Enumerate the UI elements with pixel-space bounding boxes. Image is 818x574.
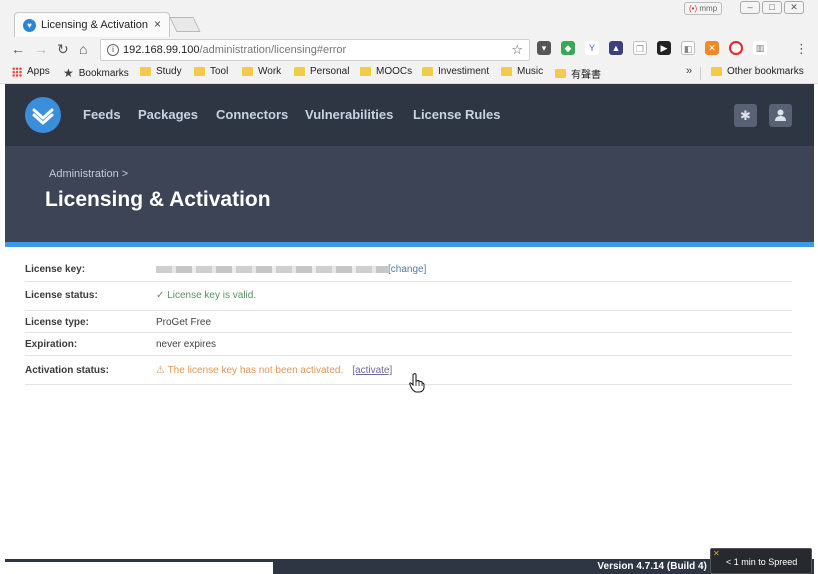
- star-icon: ★: [63, 66, 74, 80]
- extension-icons: ▾ ◆ Y ▲ ❐ ▶ ◧ ✕ ▥: [537, 41, 767, 55]
- opera-icon[interactable]: [729, 41, 743, 55]
- activation-status-label: Activation status:: [25, 365, 109, 376]
- footer-left-panel: [5, 562, 273, 574]
- nav-packages[interactable]: Packages: [138, 107, 198, 122]
- chrome-menu-icon[interactable]: ⋮: [795, 41, 808, 57]
- title-bar: ♥ Licensing & Activation × (•) mmp – □ ✕: [0, 0, 818, 38]
- expiration-row: Expiration: never expires: [25, 333, 792, 356]
- proget-logo[interactable]: [25, 97, 61, 133]
- license-key-label: License key:: [25, 264, 86, 275]
- browser-tab[interactable]: ♥ Licensing & Activation ×: [14, 12, 170, 38]
- license-key-value: [change]: [156, 264, 426, 275]
- reload-icon[interactable]: ↻: [57, 42, 69, 56]
- folder-icon: [711, 67, 722, 76]
- version-label: Version 4.7.14 (Build 4) -: [597, 561, 713, 572]
- warning-icon: ⚠: [156, 365, 168, 376]
- bookmark-personal[interactable]: Personal: [294, 66, 349, 77]
- nav-license-rules[interactable]: License Rules: [413, 107, 500, 122]
- close-window-button[interactable]: ✕: [784, 1, 804, 14]
- top-navigation: Feeds Packages Connectors Vulnerabilitie…: [5, 84, 814, 146]
- license-type-row: License type: ProGet Free: [25, 311, 792, 333]
- page-header: Administration > Licensing & Activation: [5, 146, 814, 242]
- page-title: Licensing & Activation: [45, 188, 271, 211]
- more-bookmarks-button[interactable]: »: [686, 65, 692, 77]
- folder-icon: [555, 69, 566, 78]
- spreed-popup[interactable]: ✕ < 1 min to Spreed: [710, 548, 812, 574]
- home-icon[interactable]: ⌂: [79, 42, 87, 56]
- breadcrumb[interactable]: Administration >: [49, 168, 128, 180]
- bookmark-audiobooks[interactable]: 有聲書: [555, 66, 601, 81]
- license-key-row: License key: [change]: [25, 259, 792, 282]
- expiration-value: never expires: [156, 339, 217, 350]
- license-status-row: License status: ✓ License key is valid.: [25, 282, 792, 311]
- bookmark-music[interactable]: Music: [501, 66, 543, 77]
- tab-close-icon[interactable]: ×: [154, 17, 161, 31]
- info-icon[interactable]: i: [107, 44, 119, 56]
- bookmark-star-icon[interactable]: ☆: [511, 42, 523, 58]
- bookmark-investiment[interactable]: Investiment: [422, 66, 489, 77]
- user-icon[interactable]: [769, 104, 792, 127]
- bookmark-tool[interactable]: Tool: [194, 66, 228, 77]
- folder-icon: [501, 67, 512, 76]
- address-bar[interactable]: i 192.168.99.100/administration/licensin…: [100, 39, 530, 61]
- forward-arrow-icon[interactable]: →: [34, 42, 48, 56]
- license-type-value: ProGet Free: [156, 317, 212, 328]
- license-status-value: ✓ License key is valid.: [156, 290, 257, 301]
- folder-icon: [422, 67, 433, 76]
- spreed-text: < 1 min to Spreed: [726, 557, 798, 567]
- y-extension-icon[interactable]: Y: [585, 41, 599, 55]
- gear-icon[interactable]: ✱: [734, 104, 757, 127]
- books-icon[interactable]: ▥: [753, 41, 767, 55]
- checkmark-icon: ✓: [156, 290, 168, 301]
- url-text: 192.168.99.100/administration/licensing#…: [123, 44, 347, 56]
- pocket-icon[interactable]: ▾: [537, 41, 551, 55]
- person-icon: [775, 109, 786, 121]
- proget-favicon-icon: ♥: [23, 19, 36, 32]
- tab-title: Licensing & Activation: [41, 19, 149, 31]
- bookmarks-bar: Apps ★ Bookmarks Study Tool Work Personal…: [0, 63, 818, 84]
- orange-extension-icon[interactable]: ✕: [705, 41, 719, 55]
- bookmark-other[interactable]: Other bookmarks: [711, 66, 804, 77]
- change-key-link[interactable]: [change]: [388, 264, 426, 275]
- folder-icon: [360, 67, 371, 76]
- maximize-button[interactable]: □: [762, 1, 782, 14]
- folder-icon: [194, 67, 205, 76]
- activation-status-value: ⚠ The license key has not been activated…: [156, 365, 393, 376]
- copy-icon[interactable]: ❐: [633, 41, 647, 55]
- license-type-label: License type:: [25, 317, 89, 328]
- close-icon[interactable]: ✕: [713, 549, 720, 558]
- bookmark-separator: [700, 67, 701, 80]
- panel-icon[interactable]: ◧: [681, 41, 695, 55]
- heart-chevron-icon: [32, 108, 54, 125]
- nav-feeds[interactable]: Feeds: [83, 107, 121, 122]
- apps-grid-icon: [12, 66, 22, 77]
- extension-badge-label: mmp: [699, 4, 718, 13]
- folder-icon: [294, 67, 305, 76]
- evernote-icon[interactable]: ◆: [561, 41, 575, 55]
- folder-icon: [140, 67, 151, 76]
- nav-connectors[interactable]: Connectors: [216, 107, 288, 122]
- new-tab-button[interactable]: [169, 17, 201, 32]
- license-details: License key: [change] License status: ✓ …: [5, 247, 814, 559]
- expiration-label: Expiration:: [25, 339, 78, 350]
- extension-badge[interactable]: (•) mmp: [684, 2, 723, 15]
- bookmark-moocs[interactable]: MOOCs: [360, 66, 412, 77]
- minimize-button[interactable]: –: [740, 1, 760, 14]
- window-controls: – □ ✕: [740, 1, 804, 14]
- bookmark-apps[interactable]: Apps: [12, 66, 50, 77]
- license-status-label: License status:: [25, 290, 98, 301]
- obscured-license-key: [156, 265, 388, 273]
- footer-bar: Version 4.7.14 (Build 4) -: [5, 559, 814, 574]
- folder-icon: [242, 67, 253, 76]
- bookmark-work[interactable]: Work: [242, 66, 281, 77]
- reader-icon[interactable]: ▲: [609, 41, 623, 55]
- bookmark-bookmarks[interactable]: ★ Bookmarks: [63, 66, 129, 80]
- back-arrow-icon[interactable]: ←: [11, 42, 25, 56]
- player-icon[interactable]: ▶: [657, 41, 671, 55]
- hand-cursor-icon: [409, 373, 425, 393]
- bookmark-study[interactable]: Study: [140, 66, 182, 77]
- activate-link[interactable]: [activate]: [352, 365, 392, 376]
- nav-vulnerabilities[interactable]: Vulnerabilities: [305, 107, 393, 122]
